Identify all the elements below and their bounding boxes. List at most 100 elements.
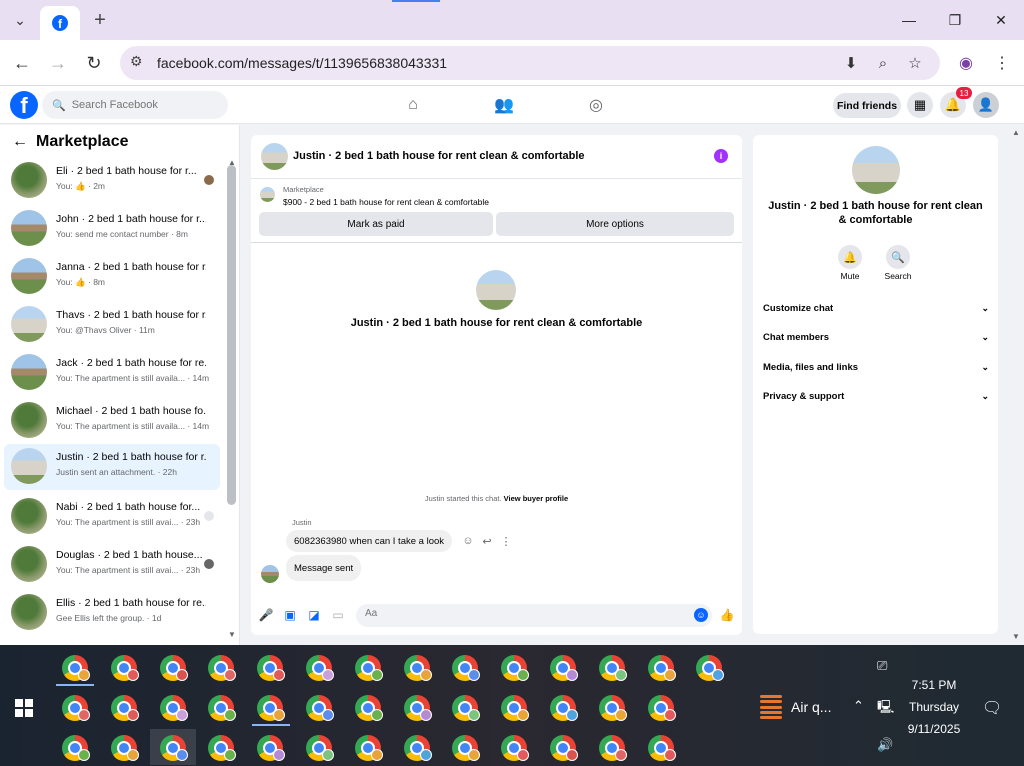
network-icon[interactable]: 🖳 [877,698,894,720]
conversation-item[interactable]: Jack · 2 bed 1 bath house for re... You:… [4,350,220,396]
profile-badge-icon [78,669,90,681]
profile-badge-icon [614,749,627,761]
sticker-icon[interactable]: ◪ [306,607,322,623]
active-app-indicator [252,724,290,726]
react-icon[interactable]: ☺ [461,534,475,548]
mark-as-paid-button[interactable]: Mark as paid [259,212,493,236]
conversation-item[interactable]: Ellis · 2 bed 1 bath house for re... Gee… [4,590,220,636]
more-icon[interactable]: ⋮ [499,534,513,548]
clock-day[interactable]: Thursday [900,700,968,714]
back-button[interactable]: ← [8,49,36,77]
forward-button[interactable]: → [44,49,72,77]
chat-avatar[interactable] [261,143,288,170]
friends-icon[interactable]: 👥 [493,94,515,116]
avatar [11,306,47,342]
message-input[interactable] [365,608,665,619]
tab-search-dropdown-icon[interactable]: ⌄ [6,8,34,32]
profile-badge-icon [224,749,237,761]
profile-badge-icon [322,709,334,721]
browser-toolbar: ← → ↻ ⚙ facebook.com/messages/t/11396568… [0,40,1024,86]
weather-text[interactable]: Air q... [791,699,831,715]
back-arrow-icon[interactable]: ← [12,133,28,151]
meet-icon[interactable]: ⎚ [877,658,887,674]
reload-button[interactable]: ↻ [80,49,108,77]
chat-title[interactable]: Justin · 2 bed 1 bath house for rent cle… [293,150,585,162]
zoom-icon[interactable]: ⌕ [872,52,894,74]
media-files-links-row[interactable]: Media, files and links ⌄ [763,358,989,376]
clock-date[interactable]: 9/11/2025 [900,722,968,736]
conversation-item-active[interactable]: Justin · 2 bed 1 bath house for r... Jus… [4,444,220,490]
intro-avatar [476,270,516,310]
profile-badge-icon [78,709,90,721]
weather-icon[interactable] [760,695,782,719]
conversation-preview: Justin sent an attachment. · 22h [56,467,177,477]
facebook-header: f 🔍 ⌂ 👥 ◎ Find friends ▦ 🔔 👤 [0,86,1024,124]
bookmark-star-icon[interactable]: ☆ [904,52,926,74]
conversation-item[interactable]: Janna · 2 bed 1 bath house for r... You:… [4,254,220,300]
message-compose[interactable]: ☺ [356,604,712,627]
chat-members-row[interactable]: Chat members ⌄ [763,328,989,346]
groups-icon[interactable]: ◎ [585,94,607,116]
profile-badge-icon [273,709,286,721]
seen-avatar [204,559,214,569]
customize-chat-row[interactable]: Customize chat ⌄ [763,299,989,317]
page-scroll-down-icon[interactable]: ▼ [1012,632,1020,641]
minimize-button[interactable]: — [886,6,932,34]
thumbs-up-icon[interactable]: 👍 [719,607,735,623]
listing-title[interactable]: $900 - 2 bed 1 bath house for rent clean… [283,197,489,207]
menu-kebab-icon[interactable]: ⋮ [989,50,1015,76]
conversation-item[interactable]: Eli · 2 bed 1 bath house for r... You: 👍… [4,158,220,204]
mute-bell-icon[interactable]: 🔔 [838,245,862,269]
profile-badge-icon [468,709,481,721]
find-friends-button[interactable]: Find friends [833,93,901,118]
page-scroll-up-icon[interactable]: ▲ [1012,128,1020,137]
view-buyer-profile-link[interactable]: View buyer profile [504,494,568,503]
profile-badge-icon [419,749,432,761]
address-bar[interactable]: ⚙ facebook.com/messages/t/11396568380433… [120,46,940,80]
conversation-item[interactable]: Douglas · 2 bed 1 bath house... You: The… [4,542,220,588]
conversation-item[interactable]: Michael · 2 bed 1 bath house fo... You: … [4,398,220,444]
menu-grid-icon[interactable]: ▦ [907,92,933,118]
home-icon[interactable]: ⌂ [402,94,424,116]
started-text: Justin started this chat. [424,494,502,503]
reply-icon[interactable]: ↩ [480,534,494,548]
conversation-name: John · 2 bed 1 bath house for r... [56,213,206,225]
windows-start-icon[interactable] [15,699,33,717]
new-tab-button[interactable]: + [88,8,112,32]
facebook-logo-icon[interactable]: f [10,91,38,119]
sidebar-scrollbar[interactable] [227,165,236,505]
more-options-button[interactable]: More options [496,212,734,236]
clock-time[interactable]: 7:51 PM [900,678,968,692]
message-bubble[interactable]: 6082363980 when can I take a look [286,530,453,552]
url-text[interactable]: facebook.com/messages/t/1139656838043331 [157,55,447,71]
facebook-search-input[interactable] [71,99,222,111]
conversation-item[interactable]: Thavs · 2 bed 1 bath house for r... You:… [4,302,220,348]
microphone-icon[interactable]: 🎤 [258,607,274,623]
site-info-icon[interactable]: ⚙ [130,53,143,70]
volume-icon[interactable]: 🔊 [877,737,893,753]
close-window-button[interactable]: ✕ [978,6,1024,34]
conversation-preview: You: send me contact number · 8m [56,229,188,239]
emoji-icon[interactable]: ☺ [694,608,708,622]
install-app-icon[interactable]: ⬇ [840,52,862,74]
avatar [11,448,47,484]
photo-icon[interactable]: ▣ [282,607,298,623]
privacy-support-row[interactable]: Privacy & support ⌄ [763,387,989,405]
info-icon[interactable]: i [714,149,728,163]
gif-icon[interactable]: ▭ [330,607,346,623]
conversation-item[interactable]: John · 2 bed 1 bath house for r... You: … [4,206,220,252]
conversation-item[interactable]: Nabi · 2 bed 1 bath house for... You: Th… [4,494,220,540]
tab-facebook[interactable]: f [40,6,80,40]
reply-bubble[interactable]: Message sent [286,555,362,581]
chat-started-note: Justin started this chat. View buyer pro… [251,494,742,503]
profile-icon[interactable]: ◉ [953,50,979,76]
notification-center-icon[interactable]: 🗨 [982,698,1002,718]
tray-chevron-icon[interactable]: ⌃ [853,698,864,714]
facebook-search[interactable]: 🔍 [42,91,228,119]
account-avatar[interactable]: 👤 [973,92,999,118]
search-icon[interactable]: 🔍 [886,245,910,269]
maximize-button[interactable]: ❐ [932,6,978,34]
listing-thumbnail[interactable] [260,187,275,202]
scroll-down-icon[interactable]: ▼ [228,630,236,639]
search-icon: 🔍 [52,99,66,112]
